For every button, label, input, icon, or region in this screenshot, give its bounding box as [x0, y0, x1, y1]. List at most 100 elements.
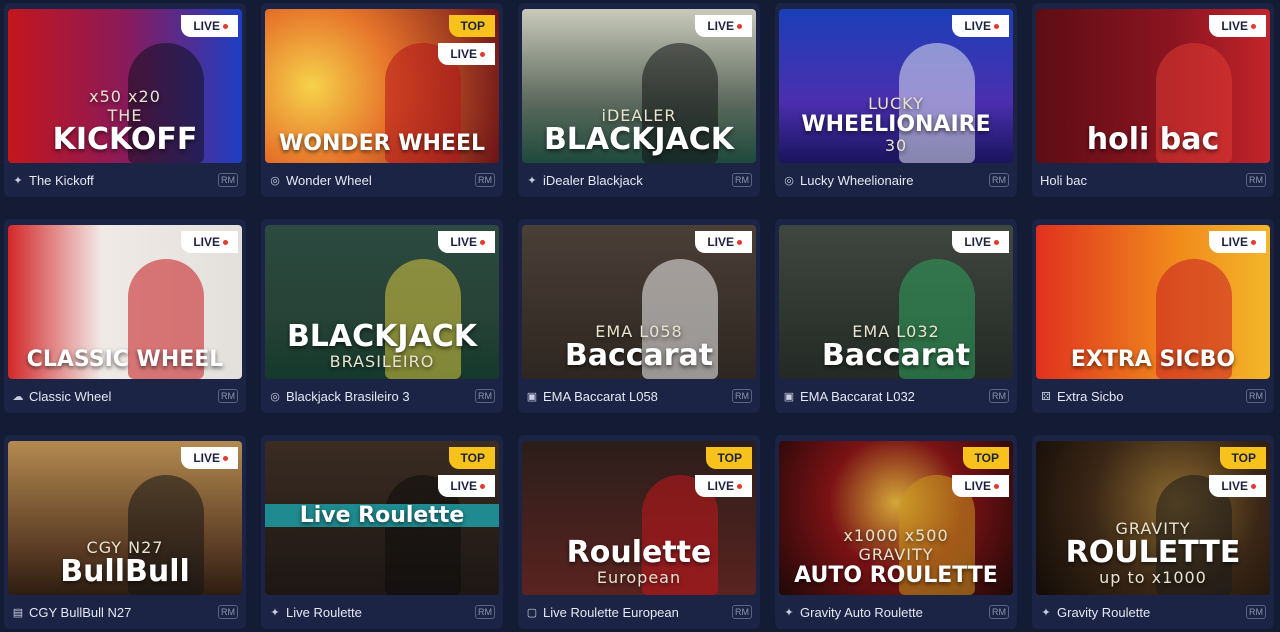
top-badge: TOP	[962, 447, 1009, 469]
artwork-main-title: EXTRA SICBO	[1070, 346, 1236, 372]
game-caption[interactable]: ▣ EMA Baccarat L058 RM	[526, 387, 752, 405]
artwork-multiplier: x1000 x500	[843, 525, 949, 545]
game-card[interactable]: Roulette European TOP LIVE ▢ Live Roulette Eu…	[518, 435, 760, 629]
game-name: CGY BullBull N27	[29, 604, 132, 620]
game-thumbnail[interactable]: CGY N27 BullBull LIVE	[8, 441, 242, 595]
game-thumbnail[interactable]: BLACKJACK BRASILEIRO LIVE	[265, 225, 499, 379]
live-badge: LIVE	[695, 231, 752, 253]
game-caption[interactable]: ▤ CGY BullBull N27 RM	[12, 603, 238, 621]
game-card[interactable]: WONDER WHEEL TOP LIVE ◎ Wonder Wheel RM	[261, 3, 503, 197]
artwork-main-title: BLACKJACK	[543, 122, 735, 157]
game-card[interactable]: GRAVITY ROULETTE up to x1000 TOP LIVE ✦ Gravit…	[1032, 435, 1274, 629]
top-badge: TOP	[448, 15, 495, 37]
game-thumbnail[interactable]: Live Roulette TOP LIVE	[265, 441, 499, 595]
game-name: iDealer Blackjack	[543, 172, 643, 188]
game-thumbnail[interactable]: EMA L058 Baccarat LIVE	[522, 225, 756, 379]
game-name: Wonder Wheel	[286, 172, 372, 188]
sparkle-icon: ✦	[527, 174, 537, 187]
live-badge: LIVE	[1209, 15, 1266, 37]
provider-tag: RM	[475, 173, 495, 187]
game-thumbnail[interactable]: x50 x20 THE KICKOFF LIVE	[8, 9, 242, 163]
game-thumbnail[interactable]: EMA L032 Baccarat LIVE	[779, 225, 1013, 379]
game-thumbnail[interactable]: iDEALER BLACKJACK LIVE	[522, 9, 756, 163]
sparkle-icon: ✦	[1041, 606, 1051, 619]
sparkle-icon: ✦	[13, 174, 23, 187]
game-name: Live Roulette	[286, 604, 362, 620]
square-icon: ▢	[526, 606, 538, 619]
artwork-extra: BRASILEIRO	[329, 352, 435, 371]
game-card[interactable]: Live Roulette TOP LIVE ✦ Live Roulette RM	[261, 435, 503, 629]
game-card[interactable]: x1000 x500 GRAVITY AUTO ROULETTE TOP LIVE ✦ Gr…	[775, 435, 1017, 629]
live-dot-icon	[480, 239, 485, 245]
game-name: Gravity Auto Roulette	[800, 604, 923, 620]
game-name: The Kickoff	[29, 172, 94, 188]
game-card[interactable]: CLASSIC WHEEL LIVE ☁ Classic Wheel RM	[4, 219, 246, 413]
provider-tag: RM	[989, 389, 1009, 403]
game-caption[interactable]: ◎ Blackjack Brasileiro 3 RM	[269, 387, 495, 405]
game-caption[interactable]: ☁ Classic Wheel RM	[12, 387, 238, 405]
live-dot-icon	[737, 483, 742, 489]
artwork-main-title: Baccarat	[564, 338, 714, 373]
game-caption[interactable]: ▣ EMA Baccarat L032 RM	[783, 387, 1009, 405]
game-caption[interactable]: ⚄ Extra Sicbo RM	[1040, 387, 1266, 405]
game-card[interactable]: EMA L058 Baccarat LIVE ▣ EMA Baccarat L058 RM	[518, 219, 760, 413]
game-thumbnail[interactable]: Roulette European TOP LIVE	[522, 441, 756, 595]
game-thumbnail[interactable]: GRAVITY ROULETTE up to x1000 TOP LIVE	[1036, 441, 1270, 595]
game-card[interactable]: BLACKJACK BRASILEIRO LIVE ◎ Blackjack Brasil…	[261, 219, 503, 413]
game-name: Holi bac	[1040, 172, 1087, 188]
game-thumbnail[interactable]: CLASSIC WHEEL LIVE	[8, 225, 242, 379]
live-dot-icon	[1251, 23, 1256, 29]
game-card[interactable]: CGY N27 BullBull LIVE ▤ CGY BullBull N27 RM	[4, 435, 246, 629]
provider-tag: RM	[732, 389, 752, 403]
provider-tag: RM	[475, 605, 495, 619]
game-thumbnail[interactable]: EXTRA SICBO LIVE	[1036, 225, 1270, 379]
live-badge: LIVE	[181, 447, 238, 469]
game-caption[interactable]: ▢ Live Roulette European RM	[526, 603, 752, 621]
game-caption[interactable]: Holi bac RM	[1040, 171, 1266, 189]
game-name: EMA Baccarat L032	[800, 388, 915, 404]
game-name: Classic Wheel	[29, 388, 112, 404]
artwork-main-title: BLACKJACK	[286, 319, 478, 354]
game-caption[interactable]: ◎ Lucky Wheelionaire RM	[783, 171, 1009, 189]
top-badge: TOP	[1219, 447, 1266, 469]
game-thumbnail[interactable]: x1000 x500 GRAVITY AUTO ROULETTE TOP LIVE	[779, 441, 1013, 595]
badge-label: LIVE	[707, 235, 734, 249]
artwork-main-title: WHEELIONAIRE	[801, 111, 991, 137]
artwork-extra: up to x1000	[1099, 568, 1207, 587]
provider-tag: RM	[1246, 605, 1266, 619]
badge-label: LIVE	[964, 235, 991, 249]
game-thumbnail[interactable]: LUCKY WHEELIONAIRE 30 LIVE	[779, 9, 1013, 163]
sparkle-icon: ✦	[270, 606, 280, 619]
game-card[interactable]: LUCKY WHEELIONAIRE 30 LIVE ◎ Lucky Wheelionai…	[775, 3, 1017, 197]
badge-label: TOP	[974, 451, 999, 465]
game-caption[interactable]: ✦ iDealer Blackjack RM	[526, 171, 752, 189]
game-thumbnail[interactable]: holi bac LIVE	[1036, 9, 1270, 163]
badge-label: LIVE	[450, 47, 477, 61]
live-badge: LIVE	[438, 43, 495, 65]
live-badge: LIVE	[1209, 231, 1266, 253]
artwork-main-title: KICKOFF	[52, 122, 198, 157]
live-dot-icon	[1251, 483, 1256, 489]
artwork-main-title: Roulette	[566, 535, 712, 570]
top-badge: TOP	[448, 447, 495, 469]
game-caption[interactable]: ✦ Gravity Roulette RM	[1040, 603, 1266, 621]
game-card[interactable]: EMA L032 Baccarat LIVE ▣ EMA Baccarat L032 RM	[775, 219, 1017, 413]
artwork-main-title: BullBull	[60, 554, 190, 589]
game-caption[interactable]: ✦ The Kickoff RM	[12, 171, 238, 189]
game-caption[interactable]: ✦ Gravity Auto Roulette RM	[783, 603, 1009, 621]
game-thumbnail[interactable]: WONDER WHEEL TOP LIVE	[265, 9, 499, 163]
game-caption[interactable]: ◎ Wonder Wheel RM	[269, 171, 495, 189]
game-card[interactable]: iDEALER BLACKJACK LIVE ✦ iDealer Blackjack RM	[518, 3, 760, 197]
game-card[interactable]: EXTRA SICBO LIVE ⚄ Extra Sicbo RM	[1032, 219, 1274, 413]
game-caption[interactable]: ✦ Live Roulette RM	[269, 603, 495, 621]
badge-label: LIVE	[707, 19, 734, 33]
game-card[interactable]: holi bac LIVE Holi bac RM	[1032, 3, 1274, 197]
badge-label: LIVE	[450, 479, 477, 493]
game-card[interactable]: x50 x20 THE KICKOFF LIVE ✦ The Kickoff RM	[4, 3, 246, 197]
dice-icon: ⚄	[1041, 390, 1051, 403]
badge-label: TOP	[717, 451, 742, 465]
live-badge: LIVE	[438, 231, 495, 253]
cgy-icon: ▤	[12, 606, 24, 619]
badge-label: LIVE	[193, 235, 220, 249]
provider-tag: RM	[989, 173, 1009, 187]
